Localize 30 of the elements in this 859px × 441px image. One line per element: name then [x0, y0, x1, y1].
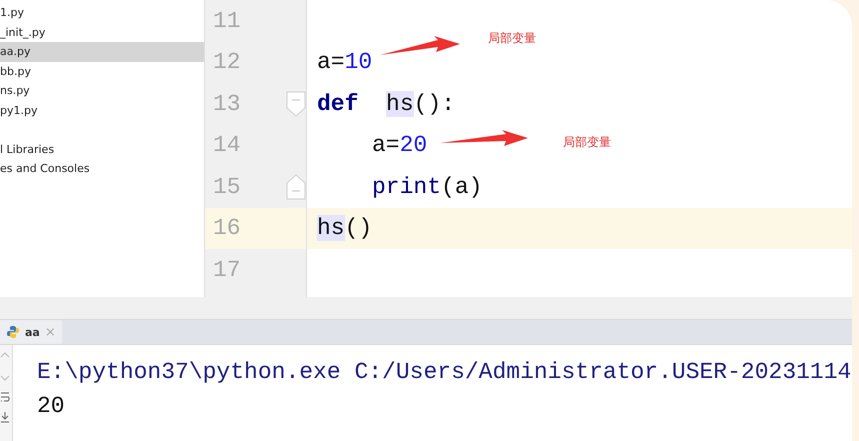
tree-item[interactable]: py1.py [0, 100, 204, 120]
code-line: a=20 [372, 132, 428, 158]
annotation-label: 局部变量 [488, 30, 536, 47]
console-output: E:\python37\python.exe C:/Users/Administrator.USER-20231114 [37, 358, 852, 387]
tree-item[interactable]: es and Consoles [0, 159, 204, 178]
tree-item[interactable]: _init_.py [0, 22, 204, 42]
wrap-icon[interactable] [0, 391, 10, 403]
fold-icon[interactable] [286, 91, 306, 117]
tree-item[interactable]: l Libraries [0, 140, 204, 159]
console-output: 20 [37, 392, 66, 421]
line-number: 11 [213, 8, 241, 34]
line-number: 17 [213, 256, 241, 283]
tree-item[interactable]: bb.py [0, 62, 204, 81]
line-number: 13 [213, 90, 241, 117]
line-number: 15 [213, 174, 241, 200]
line-number: 14 [213, 132, 241, 158]
code-line: a=10 [317, 49, 372, 76]
tree-item[interactable]: ns.py [0, 81, 204, 100]
line-number: 16 [213, 215, 241, 242]
run-tab[interactable]: aa × [0, 320, 62, 344]
tree-item[interactable]: aa.py [0, 42, 204, 62]
code-line: print(a) [372, 174, 482, 200]
splitter-bar[interactable] [0, 297, 852, 320]
line-number: 12 [213, 49, 241, 76]
download-icon[interactable] [0, 411, 10, 423]
annotation-label: 局部变量 [563, 134, 611, 151]
python-icon [6, 325, 20, 339]
fold-icon[interactable] [286, 174, 306, 200]
tree-item[interactable]: 1.py [0, 3, 204, 22]
code-line: def hs(): [317, 90, 456, 117]
